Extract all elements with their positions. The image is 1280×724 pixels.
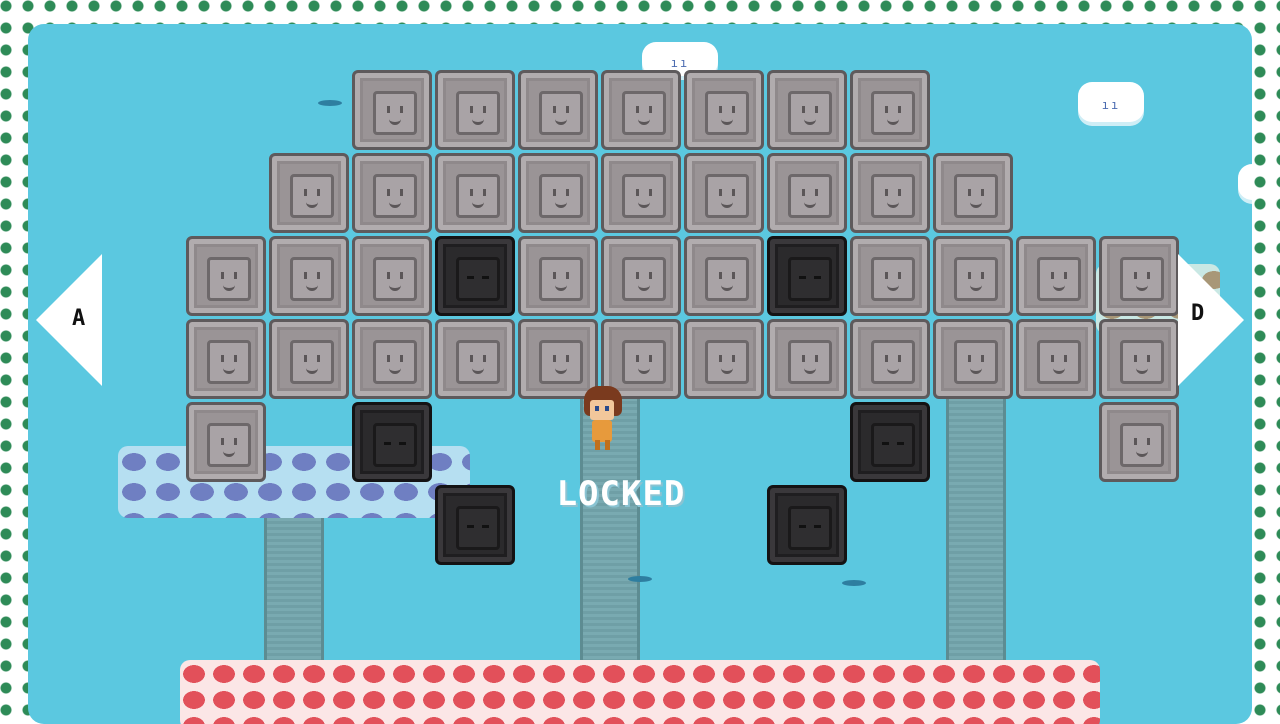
dark-stone-block: [435, 485, 515, 565]
stone-block: [933, 319, 1013, 399]
stone-block: [850, 236, 930, 316]
dark-stone-block: [435, 236, 515, 316]
dark-stone-block: [767, 236, 847, 316]
locked-status-text: LOCKED: [556, 474, 686, 514]
stone-block: [684, 70, 764, 150]
bird: [628, 576, 652, 582]
stone-block: [186, 402, 266, 482]
stone-block: [435, 153, 515, 233]
stone-block: [269, 236, 349, 316]
stone-block: [684, 153, 764, 233]
stone-block: [767, 153, 847, 233]
previous-level-arrow-icon[interactable]: [36, 254, 102, 386]
stone-block: [933, 236, 1013, 316]
stone-block: [601, 236, 681, 316]
stone-block: [767, 70, 847, 150]
stone-block: [767, 319, 847, 399]
stone-block: [1099, 319, 1179, 399]
stone-block: [269, 153, 349, 233]
stone-block: [1099, 236, 1179, 316]
stone-block: [352, 153, 432, 233]
bird: [318, 100, 342, 106]
stone-block: [684, 236, 764, 316]
pillar: [946, 394, 1006, 674]
next-level-arrow-icon[interactable]: [1178, 254, 1244, 386]
stone-block: [518, 70, 598, 150]
pillar: [264, 494, 324, 674]
stone-block: [850, 153, 930, 233]
stone-block: [601, 70, 681, 150]
cloud: [1238, 164, 1252, 200]
dark-stone-block: [352, 402, 432, 482]
stone-block: [1016, 319, 1096, 399]
next-key-label: D: [1191, 301, 1205, 326]
stone-block: [186, 319, 266, 399]
stone-block: [1099, 402, 1179, 482]
platform-red: [180, 660, 1100, 724]
dark-stone-block: [850, 402, 930, 482]
stone-block: [850, 319, 930, 399]
stone-block: [435, 319, 515, 399]
dark-stone-block: [767, 485, 847, 565]
stone-block: [352, 319, 432, 399]
stone-block: [435, 70, 515, 150]
stone-block: [684, 319, 764, 399]
stone-block: [933, 153, 1013, 233]
stone-block: [518, 153, 598, 233]
stone-block: [601, 153, 681, 233]
stone-block: [186, 236, 266, 316]
stone-block: [850, 70, 930, 150]
bird: [842, 580, 866, 586]
player-character: [578, 386, 626, 450]
stone-block: [352, 70, 432, 150]
previous-key-label: A: [72, 306, 86, 331]
stone-block: [1016, 236, 1096, 316]
cloud: ıı: [1078, 82, 1144, 122]
stone-block: [269, 319, 349, 399]
stone-block: [518, 236, 598, 316]
stone-block: [352, 236, 432, 316]
